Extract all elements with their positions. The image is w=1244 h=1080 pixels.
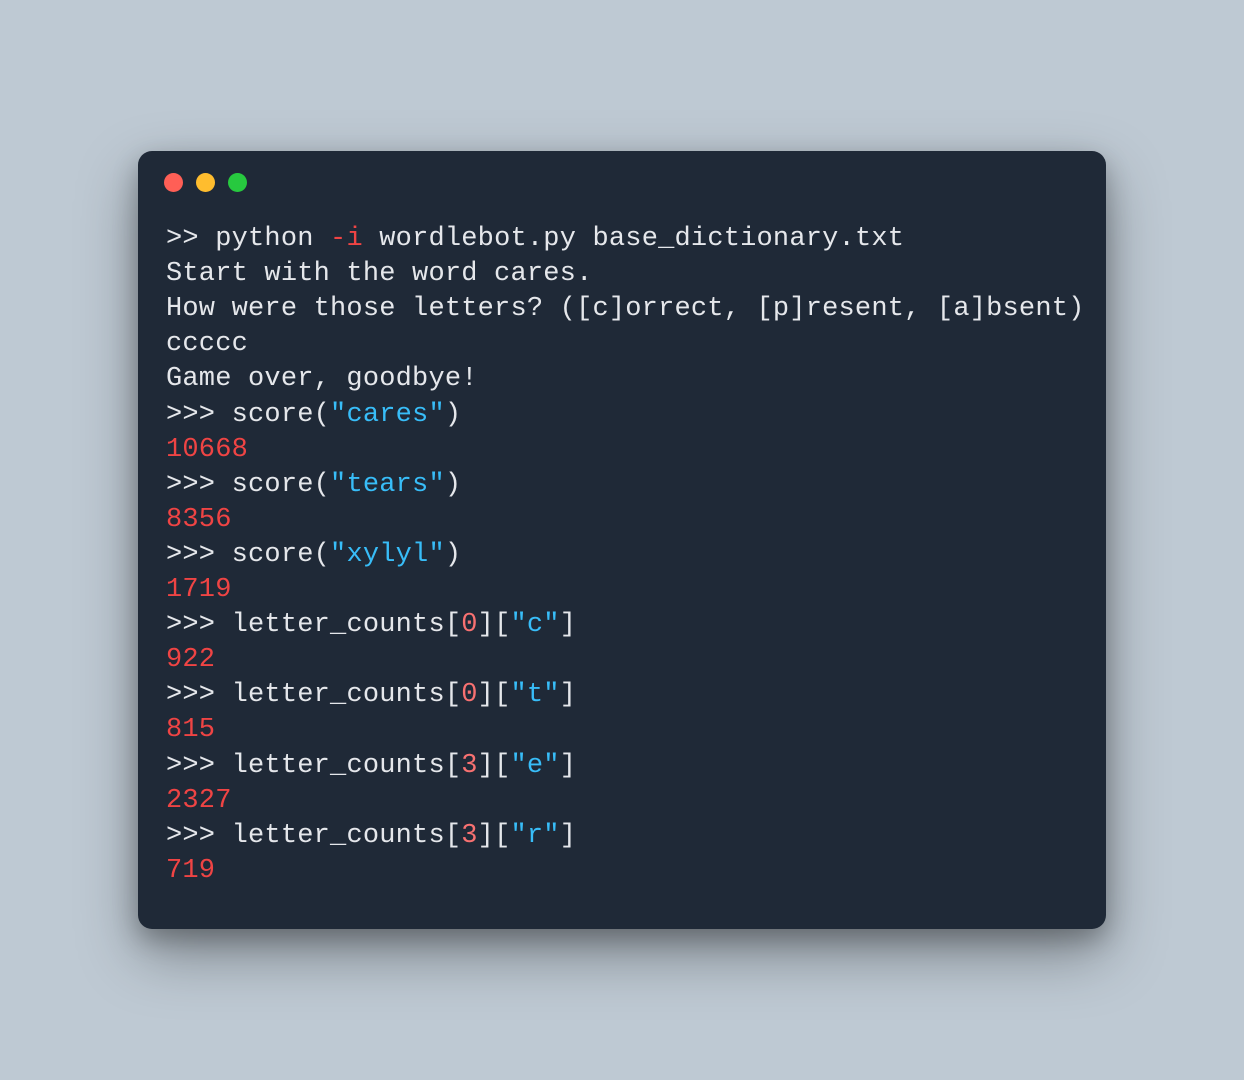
command-flag: -i xyxy=(330,224,363,254)
call-suffix: ] xyxy=(560,821,576,851)
repl-result: 719 xyxy=(166,854,1078,889)
call-suffix: ) xyxy=(445,400,461,430)
call-prefix: score( xyxy=(232,540,330,570)
call-prefix: letter_counts[ xyxy=(232,751,462,781)
repl-prompt: >>> xyxy=(166,470,232,500)
bracket-mid: ][ xyxy=(478,821,511,851)
call-suffix: ) xyxy=(445,540,461,570)
index-literal: 3 xyxy=(461,751,477,781)
repl-input-line: >>> letter_counts[0]["c"] xyxy=(166,608,1078,643)
close-icon[interactable] xyxy=(164,173,183,192)
bracket-mid: ][ xyxy=(478,680,511,710)
repl-result: 922 xyxy=(166,643,1078,678)
call-prefix: letter_counts[ xyxy=(232,680,462,710)
repl-prompt: >>> xyxy=(166,610,232,640)
repl-input-line: >>> letter_counts[3]["e"] xyxy=(166,749,1078,784)
repl-prompt: >>> xyxy=(166,821,232,851)
repl-input-line: >>> letter_counts[3]["r"] xyxy=(166,819,1078,854)
string-literal: "r" xyxy=(510,821,559,851)
index-literal: 0 xyxy=(461,610,477,640)
call-suffix: ] xyxy=(560,751,576,781)
string-literal: "xylyl" xyxy=(330,540,445,570)
repl-input-line: >>> score("cares") xyxy=(166,398,1078,433)
call-prefix: letter_counts[ xyxy=(232,610,462,640)
call-suffix: ) xyxy=(445,470,461,500)
repl-result: 10668 xyxy=(166,433,1078,468)
repl-result: 1719 xyxy=(166,573,1078,608)
repl-input-line: >>> letter_counts[0]["t"] xyxy=(166,678,1078,713)
command-line: >> python -i wordlebot.py base_dictionar… xyxy=(166,222,1078,257)
output-line: How were those letters? ([c]orrect, [p]r… xyxy=(166,292,1078,327)
call-prefix: score( xyxy=(232,400,330,430)
repl-result: 815 xyxy=(166,713,1078,748)
repl-prompt: >>> xyxy=(166,751,232,781)
index-literal: 3 xyxy=(461,821,477,851)
minimize-icon[interactable] xyxy=(196,173,215,192)
string-literal: "t" xyxy=(510,680,559,710)
bracket-mid: ][ xyxy=(478,751,511,781)
bracket-mid: ][ xyxy=(478,610,511,640)
call-prefix: letter_counts[ xyxy=(232,821,462,851)
output-line: ccccc xyxy=(166,327,1078,362)
command-interpreter: python xyxy=(215,224,313,254)
output-line: Start with the word cares. xyxy=(166,257,1078,292)
window-titlebar xyxy=(138,151,1106,202)
repl-result: 2327 xyxy=(166,784,1078,819)
maximize-icon[interactable] xyxy=(228,173,247,192)
command-args: wordlebot.py base_dictionary.txt xyxy=(363,224,904,254)
repl-result: 8356 xyxy=(166,503,1078,538)
string-literal: "e" xyxy=(510,751,559,781)
terminal-window: >> python -i wordlebot.py base_dictionar… xyxy=(138,151,1106,929)
string-literal: "tears" xyxy=(330,470,445,500)
string-literal: "c" xyxy=(510,610,559,640)
repl-prompt: >>> xyxy=(166,400,232,430)
repl-input-line: >>> score("tears") xyxy=(166,468,1078,503)
repl-prompt: >>> xyxy=(166,680,232,710)
repl-input-line: >>> score("xylyl") xyxy=(166,538,1078,573)
index-literal: 0 xyxy=(461,680,477,710)
call-suffix: ] xyxy=(560,610,576,640)
terminal-body[interactable]: >> python -i wordlebot.py base_dictionar… xyxy=(138,202,1106,894)
string-literal: "cares" xyxy=(330,400,445,430)
shell-prompt: >> xyxy=(166,224,215,254)
call-prefix: score( xyxy=(232,470,330,500)
repl-prompt: >>> xyxy=(166,540,232,570)
output-line: Game over, goodbye! xyxy=(166,362,1078,397)
call-suffix: ] xyxy=(560,680,576,710)
